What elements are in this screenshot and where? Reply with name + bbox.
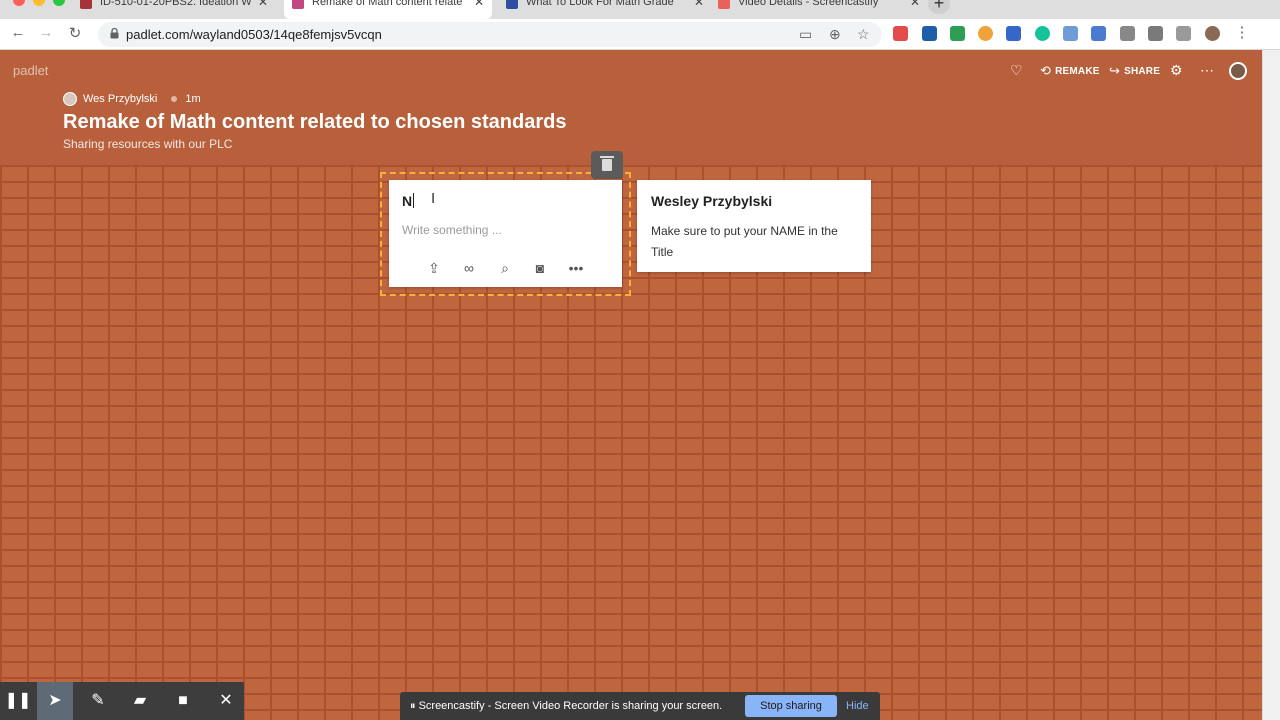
- tab-screencastify[interactable]: Video Details - Screencastify ✕: [712, 0, 920, 19]
- extension-chrome-icon[interactable]: [978, 26, 993, 41]
- tab-title: Remake of Math content relate: [312, 0, 463, 8]
- close-tab-icon[interactable]: ✕: [258, 0, 268, 9]
- eraser-icon[interactable]: ▰: [122, 682, 158, 720]
- cursor-icon[interactable]: ➤: [37, 682, 73, 720]
- upload-icon[interactable]: ⇪: [425, 260, 443, 277]
- board-author: Wes Przybylski 1m: [63, 92, 201, 106]
- link-icon[interactable]: ∞: [460, 260, 478, 276]
- pen-icon[interactable]: ✎: [80, 682, 116, 720]
- drag-handle-icon[interactable]: ⏸: [410, 700, 419, 712]
- back-icon[interactable]: ←: [9, 24, 27, 41]
- text-caret: [413, 193, 414, 208]
- minimize-window-button[interactable]: [33, 0, 45, 6]
- author-avatar: [63, 92, 77, 106]
- extension-grammarly-icon[interactable]: [1035, 26, 1050, 41]
- padlet-header: padlet ♡ ⟲ REMAKE ↪ SHARE ⚙ ⋯ Wes Przyby…: [0, 50, 1262, 165]
- extension-green-icon[interactable]: [950, 26, 965, 41]
- reload-icon[interactable]: ↻: [66, 24, 84, 42]
- cast-icon[interactable]: ▭: [799, 26, 812, 43]
- board-subtitle: Sharing resources with our PLC: [63, 137, 233, 151]
- close-tab-icon[interactable]: ✕: [474, 0, 484, 9]
- author-name: Wes Przybylski: [83, 93, 158, 105]
- gear-icon[interactable]: ⚙: [1170, 62, 1183, 79]
- remake-icon: ⟲: [1040, 63, 1052, 78]
- delete-post-button[interactable]: [591, 151, 623, 179]
- tab-title: Video Details - Screencastify: [738, 0, 879, 8]
- camera-video-icon[interactable]: ■: [165, 682, 201, 720]
- profile-avatar[interactable]: [1205, 26, 1220, 41]
- browser-toolbar: ← → ↻ padlet.com/wayland0503/14qe8femjsv…: [0, 19, 1280, 50]
- hide-button[interactable]: Hide: [846, 700, 869, 712]
- lock-icon: [110, 28, 119, 39]
- close-tab-icon[interactable]: ✕: [694, 0, 704, 9]
- scrollbar[interactable]: [1262, 50, 1280, 720]
- padlet-logo[interactable]: padlet: [13, 63, 48, 78]
- remake-button[interactable]: ⟲ REMAKE: [1040, 63, 1100, 79]
- screencastify-toolbar: ❚❚ ➤ ✎ ▰ ■ ✕: [0, 682, 244, 720]
- tab-padlet[interactable]: Remake of Math content relate ✕: [284, 0, 492, 19]
- search-image-icon[interactable]: ⌕: [496, 260, 514, 277]
- separator-dot: [171, 96, 178, 102]
- forward-icon[interactable]: →: [37, 24, 55, 41]
- heart-icon[interactable]: ♡: [1010, 62, 1023, 79]
- post-card[interactable]: Wesley Przybylski Make sure to put your …: [637, 180, 871, 272]
- extension-y-icon[interactable]: [1006, 26, 1021, 41]
- zoom-icon[interactable]: ⊕: [829, 26, 841, 43]
- user-avatar[interactable]: [1229, 62, 1247, 80]
- more-icon[interactable]: ⋯: [1200, 62, 1214, 79]
- extensions-puzzle-icon[interactable]: [1148, 26, 1163, 41]
- padlet-icon: [292, 0, 304, 9]
- shield-icon: [506, 0, 518, 9]
- trash-icon: [600, 156, 614, 158]
- close-icon[interactable]: ✕: [208, 682, 244, 720]
- camera-icon[interactable]: ◙: [531, 260, 549, 276]
- shield-icon: [80, 0, 92, 9]
- post-body: Make sure to put your NAME in the Title: [651, 224, 838, 259]
- tab-title: What To Look For Math Grade: [526, 0, 674, 8]
- pause-icon[interactable]: ❚❚: [0, 682, 36, 720]
- new-tab-button[interactable]: +: [928, 0, 950, 14]
- screen-sharing-banner: ⏸ Screencastify - Screen Video Recorder …: [400, 692, 880, 720]
- close-tab-icon[interactable]: ✕: [910, 0, 920, 9]
- trash-icon-body: [602, 159, 612, 171]
- url-text: padlet.com/wayland0503/14qe8femjsv5vcqn: [126, 27, 382, 42]
- reading-list-icon[interactable]: [1176, 26, 1191, 41]
- close-window-button[interactable]: [13, 0, 25, 6]
- sharing-message: ⏸ Screencastify - Screen Video Recorder …: [410, 700, 722, 713]
- brick-wall-canvas[interactable]: [0, 165, 1262, 720]
- post-editor[interactable]: N Ι Write something ... ⇪ ∞ ⌕ ◙ •••: [389, 180, 622, 287]
- maximize-window-button[interactable]: [53, 0, 65, 6]
- share-label: SHARE: [1124, 65, 1161, 77]
- extension-screencastify-icon[interactable]: [893, 26, 908, 41]
- sharing-message-text: Screencastify - Screen Video Recorder is…: [418, 700, 723, 712]
- post-title: Wesley Przybylski: [651, 193, 773, 209]
- post-title-input[interactable]: N: [402, 193, 412, 209]
- address-bar[interactable]: padlet.com/wayland0503/14qe8femjsv5vcqn …: [98, 22, 882, 47]
- post-time: 1m: [185, 93, 201, 105]
- tab-strip: ID-510-01-20PBS2: Ideation W ✕ Remake of…: [0, 0, 1280, 19]
- share-button[interactable]: ↪ SHARE: [1109, 63, 1160, 79]
- remake-label: REMAKE: [1055, 65, 1100, 77]
- extension-f-icon[interactable]: [1120, 26, 1135, 41]
- ibeam-cursor-icon: Ι: [431, 190, 436, 207]
- share-icon: ↪: [1109, 63, 1121, 78]
- tab-title: ID-510-01-20PBS2: Ideation W: [100, 0, 252, 8]
- extension-blue-icon[interactable]: [1091, 26, 1106, 41]
- board-title: Remake of Math content related to chosen…: [63, 111, 567, 133]
- extension-twitter-icon[interactable]: [922, 26, 937, 41]
- tab-ideation[interactable]: ID-510-01-20PBS2: Ideation W ✕: [76, 0, 280, 19]
- tab-math-grade[interactable]: What To Look For Math Grade ✕: [500, 0, 704, 19]
- more-options-icon[interactable]: •••: [567, 260, 585, 276]
- browser-menu-icon[interactable]: ⋮: [1233, 23, 1251, 41]
- extension-drive-icon[interactable]: [1063, 26, 1078, 41]
- star-icon[interactable]: ☆: [857, 26, 870, 43]
- stop-sharing-button[interactable]: Stop sharing: [745, 695, 837, 717]
- screencastify-icon: [718, 0, 730, 9]
- post-body-input[interactable]: Write something ...: [402, 223, 502, 237]
